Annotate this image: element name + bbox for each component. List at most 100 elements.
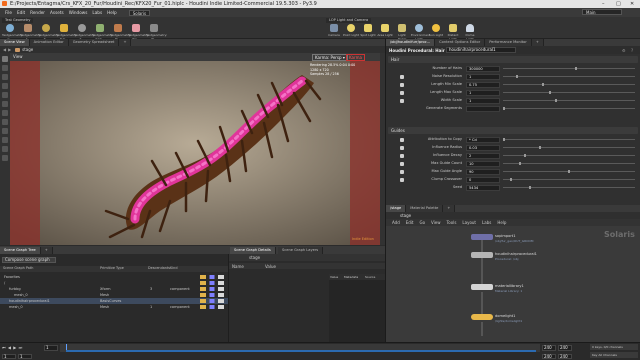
camera-menu[interactable]: Karma: Persp ▾	[312, 54, 348, 61]
parm-checkbox[interactable]	[400, 98, 404, 103]
tool-area-light[interactable]: Area Light	[377, 22, 393, 40]
parm-checkbox[interactable]	[400, 177, 404, 182]
parm-slider[interactable]	[503, 170, 635, 173]
tool-dome-light[interactable]: Dome Light	[462, 22, 478, 41]
visibility-icons[interactable]	[200, 299, 224, 303]
compose-scene-graph-button[interactable]: Compose scene graph	[2, 257, 56, 263]
parm-slider[interactable]	[503, 75, 635, 78]
key-all-channels-button[interactable]: Key All Channels	[590, 352, 638, 358]
tab-scene-graph-layers[interactable]: Scene Graph Layers	[278, 246, 324, 254]
add-network-tab-button[interactable]: +	[443, 205, 456, 212]
parm-field[interactable]: 5434	[466, 184, 500, 191]
parm-checkbox[interactable]	[400, 161, 404, 166]
parm-checkbox[interactable]	[400, 82, 404, 87]
col-kind[interactable]: Kind	[170, 266, 177, 270]
parm-field[interactable]: 10	[466, 160, 500, 167]
tool-testgeo-1[interactable]: Testgeometry: C...	[2, 22, 23, 41]
net-menu-tools[interactable]: Tools	[447, 220, 457, 225]
parm-slider[interactable]	[503, 67, 635, 70]
tool-testgeo-2[interactable]: Testgeometry: A...	[20, 22, 41, 41]
visibility-icons[interactable]	[200, 305, 224, 309]
current-frame-field[interactable]: 1	[44, 345, 58, 351]
col-type[interactable]: Primitive Type	[100, 266, 124, 270]
slider-handle[interactable]	[503, 138, 505, 141]
slider-handle[interactable]	[523, 154, 526, 157]
slider-handle[interactable]	[509, 178, 512, 181]
frame-end-field-2[interactable]: 240	[558, 345, 572, 351]
tab-content-options[interactable]: Content Options Editor	[435, 39, 486, 46]
tool-env-light[interactable]: Environment Light	[411, 22, 430, 41]
maximize-button[interactable]: □	[616, 1, 621, 7]
step-back-icon[interactable]: ◀	[8, 345, 11, 350]
tab-performance-monitor[interactable]: Performance Monitor	[485, 39, 532, 46]
tool-camera[interactable]: Camera	[326, 22, 342, 40]
range-end-field[interactable]: 240	[542, 354, 556, 359]
parm-field[interactable]: * Cd	[466, 136, 500, 143]
slider-handle[interactable]	[542, 83, 544, 86]
col-name[interactable]: Name	[232, 264, 244, 269]
tab-material-palette[interactable]: Material Palette	[406, 205, 444, 212]
add-right-tab-button[interactable]: +	[531, 39, 544, 46]
menu-file[interactable]: File	[5, 10, 12, 15]
frame-end-field[interactable]: 240	[542, 345, 556, 351]
col-path[interactable]: Scene Graph Path	[3, 266, 33, 270]
col-descendants[interactable]: Descendants	[148, 266, 170, 270]
parm-field[interactable]	[466, 105, 500, 112]
menu-render[interactable]: Render	[30, 10, 45, 15]
rotate-tool-icon[interactable]	[2, 74, 8, 80]
handle-tool-icon[interactable]	[2, 92, 8, 98]
menu-windows[interactable]: Windows	[69, 10, 88, 15]
tab-parameters[interactable]: /obj/houdinifurr/proc...	[386, 39, 436, 46]
back-arrow-icon[interactable]: ◀	[3, 47, 6, 52]
parm-field[interactable]: 1	[466, 73, 500, 80]
desktop-select[interactable]: Solaris	[128, 9, 151, 16]
parm-checkbox[interactable]	[400, 137, 404, 142]
snap-tool-icon[interactable]	[2, 137, 8, 143]
net-menu-help[interactable]: Help	[497, 220, 506, 225]
col-value[interactable]: Value	[265, 264, 276, 269]
parm-checkbox[interactable]	[400, 74, 404, 79]
visibility-icons[interactable]	[200, 275, 224, 279]
tab-scene-view[interactable]: Scene View	[0, 39, 30, 46]
slider-handle[interactable]	[539, 146, 542, 149]
tree-row[interactable]: mesh_0 Mesh 1 component	[0, 304, 228, 310]
tab-network-stage[interactable]: /stage	[386, 205, 407, 212]
net-menu-go[interactable]: Go	[420, 220, 426, 225]
tool-distant-light[interactable]: Distant Light	[445, 22, 461, 41]
end-icon[interactable]: ⏭	[19, 345, 23, 350]
close-button[interactable]: ✕	[630, 1, 634, 7]
parm-slider[interactable]	[503, 138, 635, 141]
net-menu-labs[interactable]: Labs	[482, 220, 491, 225]
range-end-field-2[interactable]: 240	[558, 354, 572, 359]
tool-testgeo-8[interactable]: Testgeometry: Pig...	[128, 22, 149, 41]
tool-testgeo-4[interactable]: Testgeometry: Rub...	[56, 22, 77, 41]
minimize-button[interactable]: –	[602, 1, 605, 7]
node-name-field[interactable]: houdinihairprocedural1	[446, 47, 516, 53]
measure-tool-icon[interactable]	[2, 128, 8, 134]
parm-slider[interactable]	[503, 99, 635, 102]
parm-slider[interactable]	[503, 186, 635, 189]
net-menu-view[interactable]: View	[431, 220, 441, 225]
add-tab-button[interactable]: +	[119, 39, 132, 46]
parm-slider[interactable]	[503, 162, 635, 165]
parm-field[interactable]: 300000	[466, 65, 500, 72]
tab-animation-editor[interactable]: Animation Editor	[29, 39, 69, 46]
node-domelight-body[interactable]	[471, 314, 493, 320]
tab-scene-graph-details[interactable]: Scene Graph Details	[230, 246, 276, 254]
network-canvas[interactable]: Solaris sopimport1 /obj/fur_geo/OUT_GROO…	[386, 226, 640, 342]
slider-handle[interactable]	[548, 91, 551, 94]
subtab-metadata[interactable]: Metadata	[344, 275, 358, 279]
section-guides[interactable]: Guides	[388, 127, 638, 134]
parm-slider[interactable]	[503, 107, 635, 110]
timeline-bar[interactable]	[60, 344, 540, 352]
parm-field[interactable]: 1	[466, 89, 500, 96]
visibility-icons[interactable]	[200, 287, 224, 291]
viewport[interactable]: View Karma: Persp ▾ Karma Rendering 28.5…	[10, 53, 380, 245]
gear-icon[interactable]: ⚙	[622, 48, 626, 53]
menu-edit[interactable]: Edit	[17, 10, 25, 15]
parm-field[interactable]: 2	[466, 152, 500, 159]
range-start-field-2[interactable]: 1	[18, 354, 32, 359]
tool-point-light[interactable]: Point Light	[343, 22, 359, 40]
tool-sun-light[interactable]: Sun Light	[428, 22, 444, 40]
slider-handle[interactable]	[516, 75, 518, 78]
